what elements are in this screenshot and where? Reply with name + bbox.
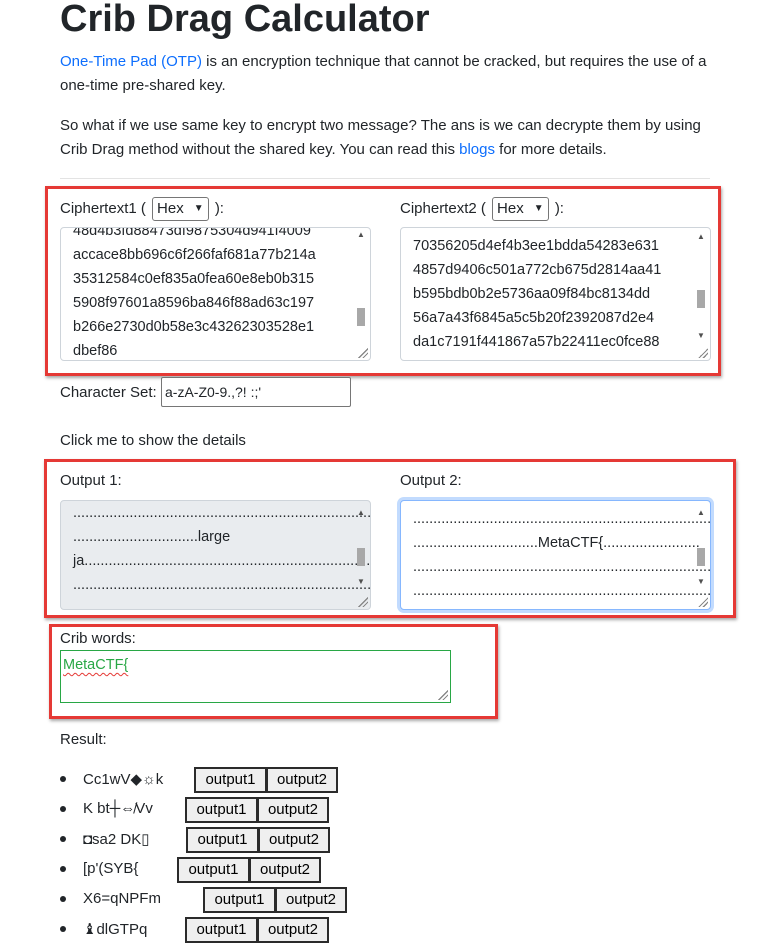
scroll-down-icon[interactable]: ▼ [697, 577, 705, 587]
ciphertext2-textarea[interactable]: 70356205d4ef4b3ee1bdda54283e631 4857d9406… [400, 227, 711, 361]
ciphertext1-scrollbar[interactable]: ▲ [354, 230, 368, 358]
cipher1-line: b266e2730d0b58e3c43262303528e1 [73, 319, 315, 335]
ciphertext2-format-value: Hex [497, 200, 524, 217]
cipher2-line: da1c7191f441867a57b22411ec0fce88 [413, 334, 660, 350]
ciphertext1-label-text: Ciphertext1 ( [60, 199, 146, 217]
ciphertext2-scrollbar[interactable]: ▲ ▼ [694, 230, 708, 358]
resize-grip-icon[interactable] [358, 597, 368, 607]
scroll-down-icon[interactable]: ▼ [357, 577, 365, 587]
result-text: Cc1wV◆☼k [83, 771, 164, 788]
ciphertext2-label-end: ): [554, 199, 564, 217]
output2-button[interactable]: output2 [257, 917, 329, 943]
scroll-thumb[interactable] [697, 548, 705, 566]
output2-button[interactable]: output2 [249, 857, 321, 883]
scroll-up-icon[interactable]: ▲ [697, 508, 705, 518]
output2-line: ........................................… [413, 559, 711, 575]
output2-button[interactable]: output2 [266, 767, 338, 793]
output1-line: ........................................… [73, 505, 371, 521]
output2-button[interactable]: output2 [275, 887, 347, 913]
bullet-icon [60, 926, 66, 932]
charset-input[interactable]: a-zA-Z0-9.,?! :;' [161, 377, 351, 407]
result-text: K bt┼⇎Vv [83, 800, 153, 817]
bullet-icon [60, 896, 66, 902]
crib-words-input[interactable]: MetaCTF{ [60, 650, 451, 703]
bullet-icon [60, 836, 66, 842]
ciphertext2-label-text: Ciphertext2 ( [400, 199, 486, 217]
show-details-toggle[interactable]: Click me to show the details [60, 432, 246, 449]
scroll-up-icon[interactable]: ▲ [697, 232, 705, 242]
resize-grip-icon[interactable] [698, 348, 708, 358]
output2-scrollbar[interactable]: ▲ ▼ [694, 503, 708, 607]
output2-line: ........................................… [413, 583, 711, 599]
output1-content: ........................................… [73, 501, 371, 597]
scroll-down-icon[interactable]: ▼ [697, 331, 705, 341]
result-text: X6=qNPFm [83, 890, 161, 907]
cipher2-line: 4857d9406c501a772cb675d2814aa41 [413, 262, 662, 278]
bullet-icon [60, 806, 66, 812]
output2-line: ........................................… [413, 511, 711, 527]
bullet-icon [60, 866, 66, 872]
output1-button[interactable]: output1 [177, 857, 250, 883]
result-text: ♝dlGTPq [83, 921, 148, 938]
crib-words-value: MetaCTF{ [63, 657, 129, 673]
question-paragraph: So what if we use same key to encrypt tw… [60, 114, 720, 162]
cipher2-line: 56a7a43f6845a5c5b20f2392087d2e4 [413, 310, 655, 326]
cipher1-line: accace8bb696c6f266faf681a77b214a [73, 247, 316, 263]
scroll-thumb[interactable] [357, 308, 365, 326]
cipher2-line: 70356205d4ef4b3ee1bdda54283e631 [413, 238, 659, 254]
output1-button[interactable]: output1 [186, 827, 259, 853]
output1-button[interactable]: output1 [203, 887, 276, 913]
output2-content: ........................................… [413, 507, 711, 603]
output1-scrollbar[interactable]: ▲ ▼ [354, 503, 368, 607]
resize-grip-icon[interactable] [698, 597, 708, 607]
ciphertext2-content: 70356205d4ef4b3ee1bdda54283e631 4857d9406… [413, 234, 688, 354]
output1-line: ........................................… [73, 577, 371, 593]
page-title: Crib Drag Calculator [60, 0, 430, 40]
divider [60, 178, 710, 179]
bullet-icon [60, 776, 66, 782]
blogs-link[interactable]: blogs [459, 141, 495, 158]
resize-grip-icon[interactable] [358, 348, 368, 358]
ciphertext2-label: Ciphertext2 ( Hex ▼ ): [400, 197, 564, 221]
output1-button[interactable]: output1 [185, 917, 258, 943]
charset-label: Character Set: [60, 384, 157, 401]
result-text: [p'(SYB{ [83, 860, 139, 877]
ciphertext1-content: 48d4b3fd88473df9875304d941f4009 accace8bb… [73, 227, 348, 360]
scroll-up-icon[interactable]: ▲ [357, 230, 365, 240]
cipher1-line: 35312584c0ef835a0fea60e8eb0b315 [73, 271, 315, 287]
ciphertext1-label: Ciphertext1 ( Hex ▼ ): [60, 197, 224, 221]
cipher1-line: dbef86 [73, 343, 118, 359]
ciphertext1-label-end: ): [214, 199, 224, 217]
result-text: ◘sa2 DK▯ [83, 831, 150, 848]
cipher2-line: b595bdb0b2e5736aa09f84bc8134dd [413, 286, 651, 302]
output1-line: ...............................large [73, 529, 231, 545]
output2-button[interactable]: output2 [258, 827, 330, 853]
output2-button[interactable]: output2 [257, 797, 329, 823]
otp-link[interactable]: One-Time Pad (OTP) [60, 53, 202, 70]
output1-line: ja......................................… [73, 553, 371, 569]
ciphertext1-format-select[interactable]: Hex ▼ [152, 197, 209, 221]
output1-button[interactable]: output1 [185, 797, 258, 823]
resize-grip-icon[interactable] [438, 690, 448, 700]
output2-textarea[interactable]: ........................................… [400, 500, 711, 610]
scroll-thumb[interactable] [357, 548, 365, 566]
intro-paragraph: One-Time Pad (OTP) is an encryption tech… [60, 50, 720, 98]
scroll-thumb[interactable] [697, 290, 705, 308]
ciphertext1-format-value: Hex [157, 200, 184, 217]
output2-label: Output 2: [400, 472, 462, 489]
question-end-text: for more details. [494, 141, 607, 158]
cipher1-line: 48d4b3fd88473df9875304d941f4009 [73, 227, 311, 239]
output1-label: Output 1: [60, 472, 122, 489]
result-label: Result: [60, 731, 107, 748]
scroll-up-icon[interactable]: ▲ [357, 508, 365, 518]
output1-button[interactable]: output1 [194, 767, 267, 793]
crib-label: Crib words: [60, 630, 136, 647]
output1-textarea[interactable]: ........................................… [60, 500, 371, 610]
chevron-down-icon: ▼ [533, 203, 544, 215]
cipher1-line: 5908f97601a8596ba846f88ad63c197 [73, 295, 315, 311]
ciphertext1-textarea[interactable]: 48d4b3fd88473df9875304d941f4009 accace8bb… [60, 227, 371, 361]
chevron-down-icon: ▼ [193, 203, 204, 215]
ciphertext2-format-select[interactable]: Hex ▼ [492, 197, 549, 221]
output2-line: ...............................MetaCTF{.… [413, 535, 700, 551]
